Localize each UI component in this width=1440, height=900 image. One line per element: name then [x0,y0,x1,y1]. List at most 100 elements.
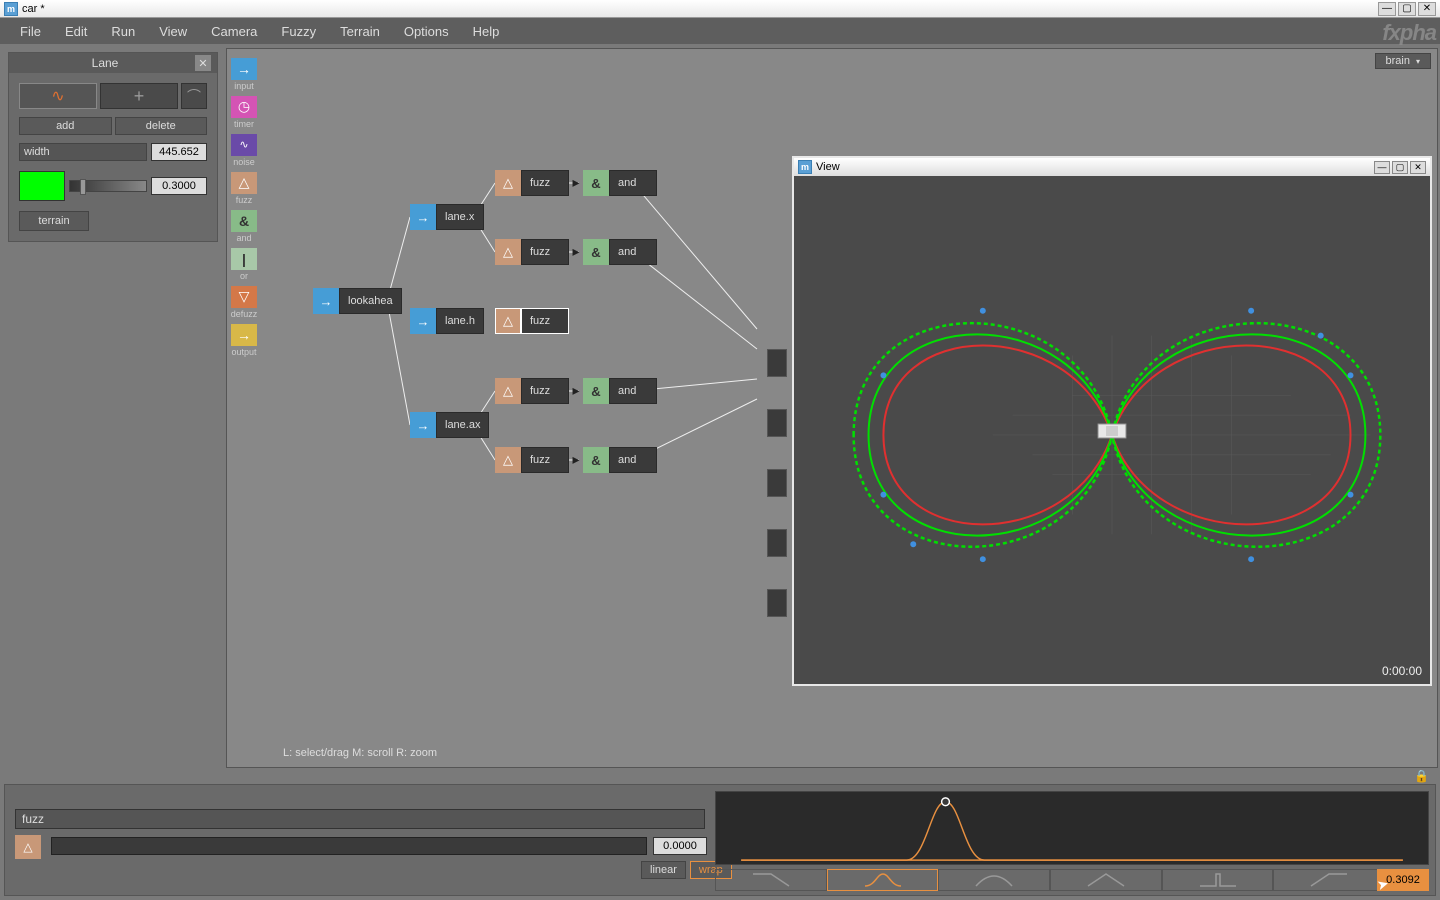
node-label: lane.h [436,308,484,334]
lock-icon[interactable]: 🔒 [1414,769,1429,783]
curve-tab-gauss[interactable] [938,869,1050,891]
node-and-1[interactable]: & and [583,169,657,197]
node-laneax[interactable]: → lane.ax [410,411,489,439]
menu-run[interactable]: Run [99,20,147,43]
arrow-icon: ▸ [571,246,581,256]
close-button[interactable]: ✕ [1418,2,1436,16]
viewport-3d[interactable]: 0:00:00 [794,176,1430,684]
curve-tab-ramp-up[interactable] [1273,869,1385,891]
timecode: 0:00:00 [1382,664,1422,678]
noise-icon: ∿ [231,134,257,156]
view-maximize-button[interactable]: ▢ [1392,161,1408,174]
fuzz-icon: △ [495,378,521,404]
color-slider[interactable] [69,180,147,192]
palette-label: or [240,271,248,281]
input-icon: → [410,412,436,438]
node-and-3[interactable]: & and [583,377,657,405]
obscured-node[interactable] [767,349,787,377]
or-icon: | [231,248,257,270]
menu-options[interactable]: Options [392,20,461,43]
node-name-input[interactable]: fuzz [15,809,705,829]
view-window[interactable]: m View — ▢ ✕ [792,156,1432,686]
minimize-button[interactable]: — [1378,2,1396,16]
node-label: fuzz [521,447,569,473]
menu-edit[interactable]: Edit [53,20,99,43]
view-minimize-button[interactable]: — [1374,161,1390,174]
maximize-button[interactable]: ▢ [1398,2,1416,16]
palette-input[interactable]: →input [226,56,262,92]
menu-fuzzy[interactable]: Fuzzy [269,20,328,43]
bottom-panel: 🔒 fuzz △ 0.0000 linear wrap 0.3092 ➤ [4,784,1436,896]
palette-noise[interactable]: ∿noise [226,132,262,168]
canvas-hint: L: select/drag M: scroll R: zoom [283,747,437,759]
color-value[interactable]: 0.3000 [151,177,207,195]
color-swatch[interactable] [19,171,65,201]
curve-editor[interactable] [715,791,1429,865]
palette-label: defuzz [231,309,258,319]
node-label: fuzz [521,378,569,404]
output-icon: → [231,324,257,346]
add-button[interactable]: add [19,117,112,135]
fuzz-slider[interactable] [51,837,647,855]
arrow-icon: ▸ [571,454,581,464]
width-value[interactable]: 445.652 [151,143,207,161]
node-lookahead[interactable]: → lookahea [313,287,402,315]
node-fuzz-2[interactable]: △ fuzz [495,238,569,266]
palette-timer[interactable]: ◷timer [226,94,262,130]
node-label: fuzz [521,308,569,334]
palette-or[interactable]: |or [226,246,262,282]
obscured-node[interactable] [767,469,787,497]
fuzz-icon: △ [495,239,521,265]
lane-bridge-tool[interactable]: ⌒ [181,83,207,109]
node-and-2[interactable]: & and [583,238,657,266]
menu-file[interactable]: File [8,20,53,43]
palette-defuzz[interactable]: ▽defuzz [226,284,262,320]
node-label: lane.x [436,204,484,230]
curve-tab-triangle[interactable] [1050,869,1162,891]
palette-label: fuzz [236,195,253,205]
obscured-node[interactable] [767,589,787,617]
node-fuzz-4[interactable]: △ fuzz [495,446,569,474]
palette-output[interactable]: →output [226,322,262,358]
terrain-button[interactable]: terrain [19,211,89,231]
menu-help[interactable]: Help [461,20,512,43]
obscured-node[interactable] [767,529,787,557]
fuzz-icon: △ [495,170,521,196]
menu-camera[interactable]: Camera [199,20,269,43]
obscured-node[interactable] [767,409,787,437]
curve-tab-bell[interactable] [827,869,939,891]
input-icon: → [410,204,436,230]
linear-button[interactable]: linear [641,861,686,879]
node-label: and [609,378,657,404]
fuzz-icon: △ [495,308,521,334]
node-fuzz-3[interactable]: △ fuzz [495,377,569,405]
lane-curve-tool[interactable]: ∿ [19,83,97,109]
panel-close-button[interactable]: ✕ [195,55,211,71]
lane-add-tool[interactable]: + [100,83,178,109]
view-close-button[interactable]: ✕ [1410,161,1426,174]
node-and-4[interactable]: & and [583,446,657,474]
and-icon: & [583,378,609,404]
menu-terrain[interactable]: Terrain [328,20,392,43]
node-label: fuzz [521,170,569,196]
width-label: width [19,143,147,161]
palette-and[interactable]: &and [226,208,262,244]
node-fuzz-1[interactable]: △ fuzz [495,169,569,197]
curve-output-value[interactable]: 0.3092 [1377,869,1429,891]
view-titlebar[interactable]: m View — ▢ ✕ [794,158,1430,176]
node-label: and [609,239,657,265]
palette-fuzz[interactable]: △fuzz [226,170,262,206]
delete-button[interactable]: delete [115,117,208,135]
node-laneh[interactable]: → lane.h [410,307,484,335]
window-title-bar: m car * — ▢ ✕ [0,0,1440,18]
input-icon: → [410,308,436,334]
node-lanex[interactable]: → lane.x [410,203,484,231]
and-icon: & [583,239,609,265]
fuzz-slider-value[interactable]: 0.0000 [653,837,707,855]
menu-view[interactable]: View [147,20,199,43]
curve-tab-ramp-down[interactable] [715,869,827,891]
curve-tab-step[interactable] [1162,869,1274,891]
node-fuzz-selected[interactable]: △ fuzz [495,307,569,335]
node-label: lane.ax [436,412,489,438]
node-label: and [609,447,657,473]
